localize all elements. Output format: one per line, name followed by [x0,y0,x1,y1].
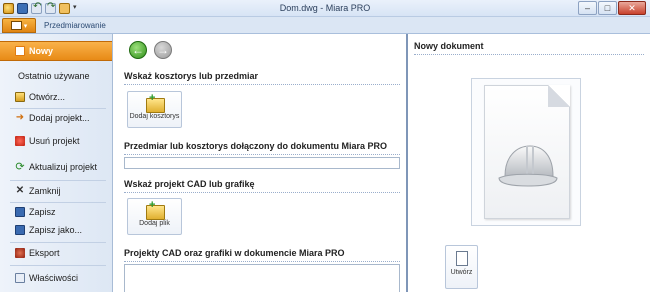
section-title-attached-cad: Projekty CAD oraz grafiki w dokumencie M… [124,248,345,258]
add-folder-icon [146,199,165,220]
sidebar-item-label: Usuń projekt [29,136,80,146]
add-file-label: Dodaj plik [139,220,170,227]
export-icon [15,248,25,258]
helmet-document-icon [498,145,558,187]
document-preview [471,78,581,226]
delete-icon [15,136,25,146]
sidebar-item-usun-projekt[interactable]: Usuń projekt [0,131,112,151]
sidebar-item-label: Eksport [29,248,60,258]
sidebar-item-label: Otwórz... [29,92,66,102]
window-controls: – □ ✕ [578,1,646,15]
divider [124,154,400,155]
divider [414,54,644,55]
properties-icon [15,273,25,283]
divider [124,192,400,193]
backstage-sidebar: Nowy Ostatnio używane Otwórz... ➜ Dodaj … [0,34,113,292]
tab-przedmiarowanie[interactable]: Przedmiarowanie [44,21,106,30]
new-document-preview-panel: Nowy dokument Utwórz [408,34,650,292]
sidebar-item-otworz[interactable]: Otwórz... [0,87,112,107]
ribbon-tab-strip: ▾ Przedmiarowanie [0,17,650,34]
back-arrow-icon[interactable]: ← [129,41,147,59]
sidebar-item-nowy[interactable]: Nowy [0,41,112,61]
sidebar-item-label: Nowy [29,46,54,56]
save-icon [15,207,25,217]
add-arrow-icon: ➜ [15,112,25,123]
forward-arrow-icon[interactable]: → [154,41,172,59]
page-fold [548,85,570,107]
divider [124,84,400,85]
sidebar-item-aktualizuj-projekt[interactable]: ⟳ Aktualizuj projekt [0,157,112,177]
save-as-icon [15,225,25,235]
sidebar-item-label: Właściwości [29,273,79,283]
file-menu-icon [10,21,22,30]
sidebar-item-label: Dodaj projekt... [29,113,90,123]
create-label: Utwórz [450,269,473,276]
section-title-attached-estimate: Przedmiar lub kosztorys dołączony do dok… [124,141,388,151]
attached-cad-list[interactable] [124,264,400,292]
minimize-button[interactable]: – [578,1,597,15]
document-page [484,85,570,219]
sidebar-item-zapisz[interactable]: Zapisz [0,202,112,222]
sidebar-item-label: Aktualizuj projekt [29,162,98,172]
sidebar-item-zapisz-jako[interactable]: Zapisz jako... [0,220,112,240]
add-estimate-button[interactable]: Dodaj kosztorys [127,91,182,128]
divider [124,261,400,262]
create-button[interactable]: Utwórz [445,245,478,289]
title-bar: ▾ Dom.dwg - Miara PRO – □ ✕ [0,0,650,17]
section-title-estimate: Wskaż kosztorys lub przedmiar [124,71,259,81]
sidebar-item-dodaj-projekt[interactable]: ➜ Dodaj projekt... [0,108,112,128]
attached-estimate-field[interactable] [124,157,400,169]
sidebar-item-label: Zamknij [29,186,61,196]
new-document-options-panel: ← → Wskaż kosztorys lub przedmiar Dodaj … [114,34,406,292]
divider [10,265,106,266]
section-title-cad: Wskaż projekt CAD lub grafikę [124,179,255,189]
sidebar-item-ostatnio-uzywane[interactable]: Ostatnio używane [0,66,112,86]
add-file-button[interactable]: Dodaj plik [127,198,182,235]
chevron-down-icon: ▾ [23,22,28,30]
new-page-icon [15,46,25,56]
sidebar-item-label: Zapisz jako... [29,225,83,235]
close-icon: ✕ [15,185,25,196]
add-estimate-label: Dodaj kosztorys [129,113,180,120]
sidebar-item-label: Zapisz [29,207,56,217]
window-title: Dom.dwg - Miara PRO [279,3,371,13]
open-folder-icon [15,92,25,102]
sidebar-item-label: Ostatnio używane [18,71,90,81]
sidebar-item-zamknij[interactable]: ✕ Zamknij [0,181,112,201]
add-folder-icon [146,92,165,113]
sidebar-item-eksport[interactable]: Eksport [0,243,112,263]
refresh-icon: ⟳ [15,161,25,173]
file-menu-button[interactable]: ▾ [2,18,36,33]
preview-title: Nowy dokument [414,41,484,51]
maximize-button[interactable]: □ [598,1,617,15]
sidebar-item-wlasciwosci[interactable]: Właściwości [0,268,112,288]
close-window-button[interactable]: ✕ [618,1,646,15]
blank-page-icon [455,251,468,266]
